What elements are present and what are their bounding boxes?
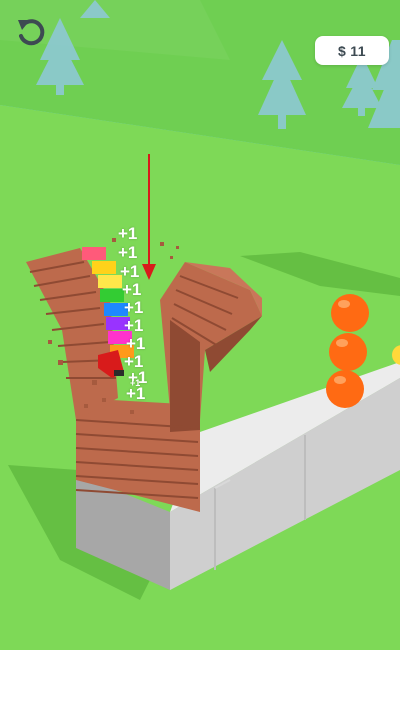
currency-symbol: $ [337,42,347,59]
rainbow-block [106,317,130,330]
money-counter: $ 11 [315,36,389,65]
rainbow-block [82,247,106,260]
rainbow-block [104,303,128,316]
bottom-bar [0,650,400,710]
rainbow-block [92,261,116,274]
rainbow-block [100,289,124,302]
money-value: 11 [350,42,367,59]
scene-canvas [0,0,400,650]
restart-button[interactable] [14,16,48,50]
restart-arrow-icon [18,19,45,46]
rainbow-block [108,331,132,344]
rainbow-block [98,275,122,288]
game-scene: +1 +1 +1 +1 +1 +1 +1 +1 +1 +1 +1 $ 11 [0,0,400,650]
